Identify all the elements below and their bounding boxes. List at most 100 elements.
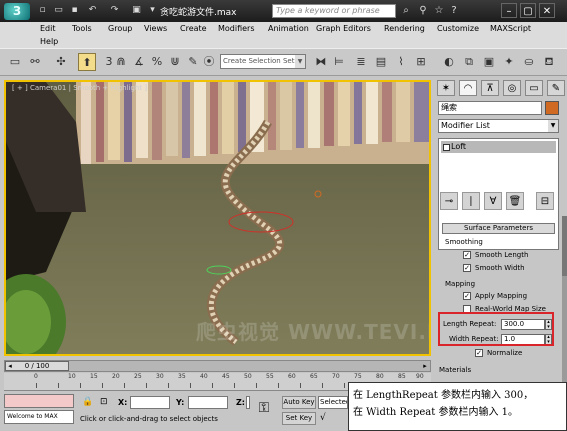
caption-line-2: 在 Width Repeat 参数栏内输入 1。 [353,407,518,418]
make-unique-icon[interactable]: ∀ [484,192,502,210]
graphite-ribbon-icon[interactable]: ▤ [372,53,390,71]
maxscript-listener[interactable] [4,394,74,408]
search-icon[interactable]: ⌕ [399,4,413,18]
modify-tab-icon[interactable]: ◠ [459,80,477,96]
close-button[interactable]: ✕ [539,3,555,18]
tick-label: 55 [266,373,274,380]
key-icon[interactable]: ⚿ [252,398,276,418]
search-input[interactable]: Type a keyword or phrase [272,4,396,18]
command-panel-tabs: ✶ ◠ ⊼ ◎ ▭ ✎ [435,78,567,98]
previous-frame-icon[interactable]: ◂ [5,361,15,371]
display-tab-icon[interactable]: ▭ [525,80,543,96]
remove-modifier-icon[interactable]: 🗑 [506,192,524,210]
undo-icon[interactable]: ▭ [6,53,24,71]
object-color-swatch[interactable] [545,101,559,115]
angle-snap-icon[interactable]: ∡ [130,53,148,71]
render-setup-icon[interactable]: ⧉ [460,53,478,71]
render-iterative-icon[interactable]: ⛀ [520,53,538,71]
maxscript-output[interactable]: Welcome to MAX [4,410,74,424]
tick-label: 50 [244,373,252,380]
menu-views[interactable]: Views [144,24,167,33]
maximize-button[interactable]: ▢ [520,3,536,18]
x-coordinate-field[interactable] [130,396,170,409]
schematic-view-icon[interactable]: ⊞ [412,53,430,71]
menu-customize[interactable]: Customize [437,24,479,33]
smooth-width-label: Smooth Width [475,264,525,272]
menu-tools[interactable]: Tools [72,24,92,33]
percent-snap-icon[interactable]: % [148,53,166,71]
mapping-group-title: Mapping [445,280,476,288]
new-file-icon[interactable]: ▫ [36,4,49,17]
minimize-button[interactable]: – [501,3,517,18]
pin-stack-icon[interactable]: ⊸ [440,192,458,210]
named-selection-icon[interactable]: ⦿ [200,53,218,71]
viewport-label[interactable]: [ + ] Camera01 | Smooth + Highlight ] [12,84,147,92]
modifier-list-label: Modifier List [441,121,490,130]
hold-icon[interactable]: ▣ [130,4,143,17]
motion-tab-icon[interactable]: ◎ [503,80,521,96]
smooth-length-checkbox[interactable]: ✓ [463,251,471,259]
configure-modifier-sets-icon[interactable]: ⊟ [536,192,554,210]
undo-icon[interactable]: ↶ [86,4,99,17]
absolute-mode-icon[interactable]: ⊡ [100,396,112,408]
chevron-down-icon[interactable]: ▼ [548,120,558,132]
show-end-result-icon[interactable]: ∣ [462,192,480,210]
selection-set-dropdown[interactable]: Create Selection Set ▼ [220,54,306,69]
select-object-icon[interactable]: ⬆ [78,53,96,71]
selected-dropdown[interactable]: Selected [318,396,348,409]
set-key-button[interactable]: Set Key [282,412,316,425]
menu-create[interactable]: Create [180,24,207,33]
render-production-icon[interactable]: ✦ [500,53,518,71]
smooth-width-checkbox[interactable]: ✓ [463,264,471,272]
help-icon[interactable]: ? [447,4,461,18]
utilities-tab-icon[interactable]: ✎ [547,80,565,96]
chevron-down-icon[interactable]: ▼ [295,55,305,68]
z-coordinate-field[interactable] [246,396,250,409]
menu-help[interactable]: Help [40,37,58,46]
key-filters-icon[interactable]: √ [320,412,332,424]
align-icon[interactable]: ⊨ [330,53,348,71]
teapot-icon[interactable]: ⛾ [540,53,558,71]
select-link-icon[interactable]: ⚯ [26,53,44,71]
snap-icon[interactable]: ⋒ [112,53,130,71]
modifier-list-dropdown[interactable]: Modifier List ▼ [438,119,559,133]
camera-viewport[interactable]: [ + ] Camera01 | Smooth + Highlight ] 爬虫… [4,80,431,356]
menu-group[interactable]: Group [108,24,132,33]
menu-rendering[interactable]: Rendering [384,24,425,33]
y-coordinate-field[interactable] [188,396,228,409]
save-file-icon[interactable]: ▪ [68,4,81,17]
create-tab-icon[interactable]: ✶ [437,80,455,96]
menu-edit[interactable]: Edit [40,24,56,33]
y-label: Y: [176,398,185,407]
menu-graph-editors[interactable]: Graph Editors [316,24,371,33]
layer-manager-icon[interactable]: ≣ [352,53,370,71]
menu-modifiers[interactable]: Modifiers [218,24,255,33]
time-slider[interactable]: 0 / 100 ◂ ▸ [4,360,431,372]
auto-key-button[interactable]: Auto Key [282,396,316,409]
command-panel-scrollbar[interactable] [562,216,567,392]
bind-space-warp-icon[interactable]: ✣ [52,53,70,71]
menu-maxscript[interactable]: MAXScript [490,24,531,33]
normalize-checkbox[interactable]: ✓ [475,349,483,357]
object-name-field[interactable]: 绳索 [438,101,542,115]
binoculars-icon[interactable]: ⚲ [416,4,430,18]
redo-icon[interactable]: ↷ [108,4,121,17]
hierarchy-tab-icon[interactable]: ⊼ [481,80,499,96]
material-editor-icon[interactable]: ◐ [440,53,458,71]
scrollbar-thumb[interactable] [562,216,567,276]
quick-access-dropdown-icon[interactable]: ▾ [146,4,159,17]
mirror-icon[interactable]: ⧓ [312,53,330,71]
title-bar: 3 ▫ ▭ ▪ ↶ ↷ ▣ ▾ 贪吃蛇游文件.max Type a keywor… [0,0,567,22]
stack-item-loft[interactable]: Loft [441,141,556,153]
app-logo-icon[interactable]: 3 [4,3,30,20]
rendered-frame-icon[interactable]: ▣ [480,53,498,71]
lock-icon[interactable]: 🔒 [82,396,94,408]
spinner-snap-icon[interactable]: ⋓ [166,53,184,71]
apply-mapping-checkbox[interactable]: ✓ [463,292,471,300]
open-file-icon[interactable]: ▭ [52,4,65,17]
next-frame-icon[interactable]: ▸ [420,361,430,371]
surface-parameters-rollout[interactable]: Surface Parameters [442,223,555,234]
curve-editor-icon[interactable]: ⌇ [392,53,410,71]
star-icon[interactable]: ☆ [432,4,446,18]
menu-animation[interactable]: Animation [268,24,309,33]
